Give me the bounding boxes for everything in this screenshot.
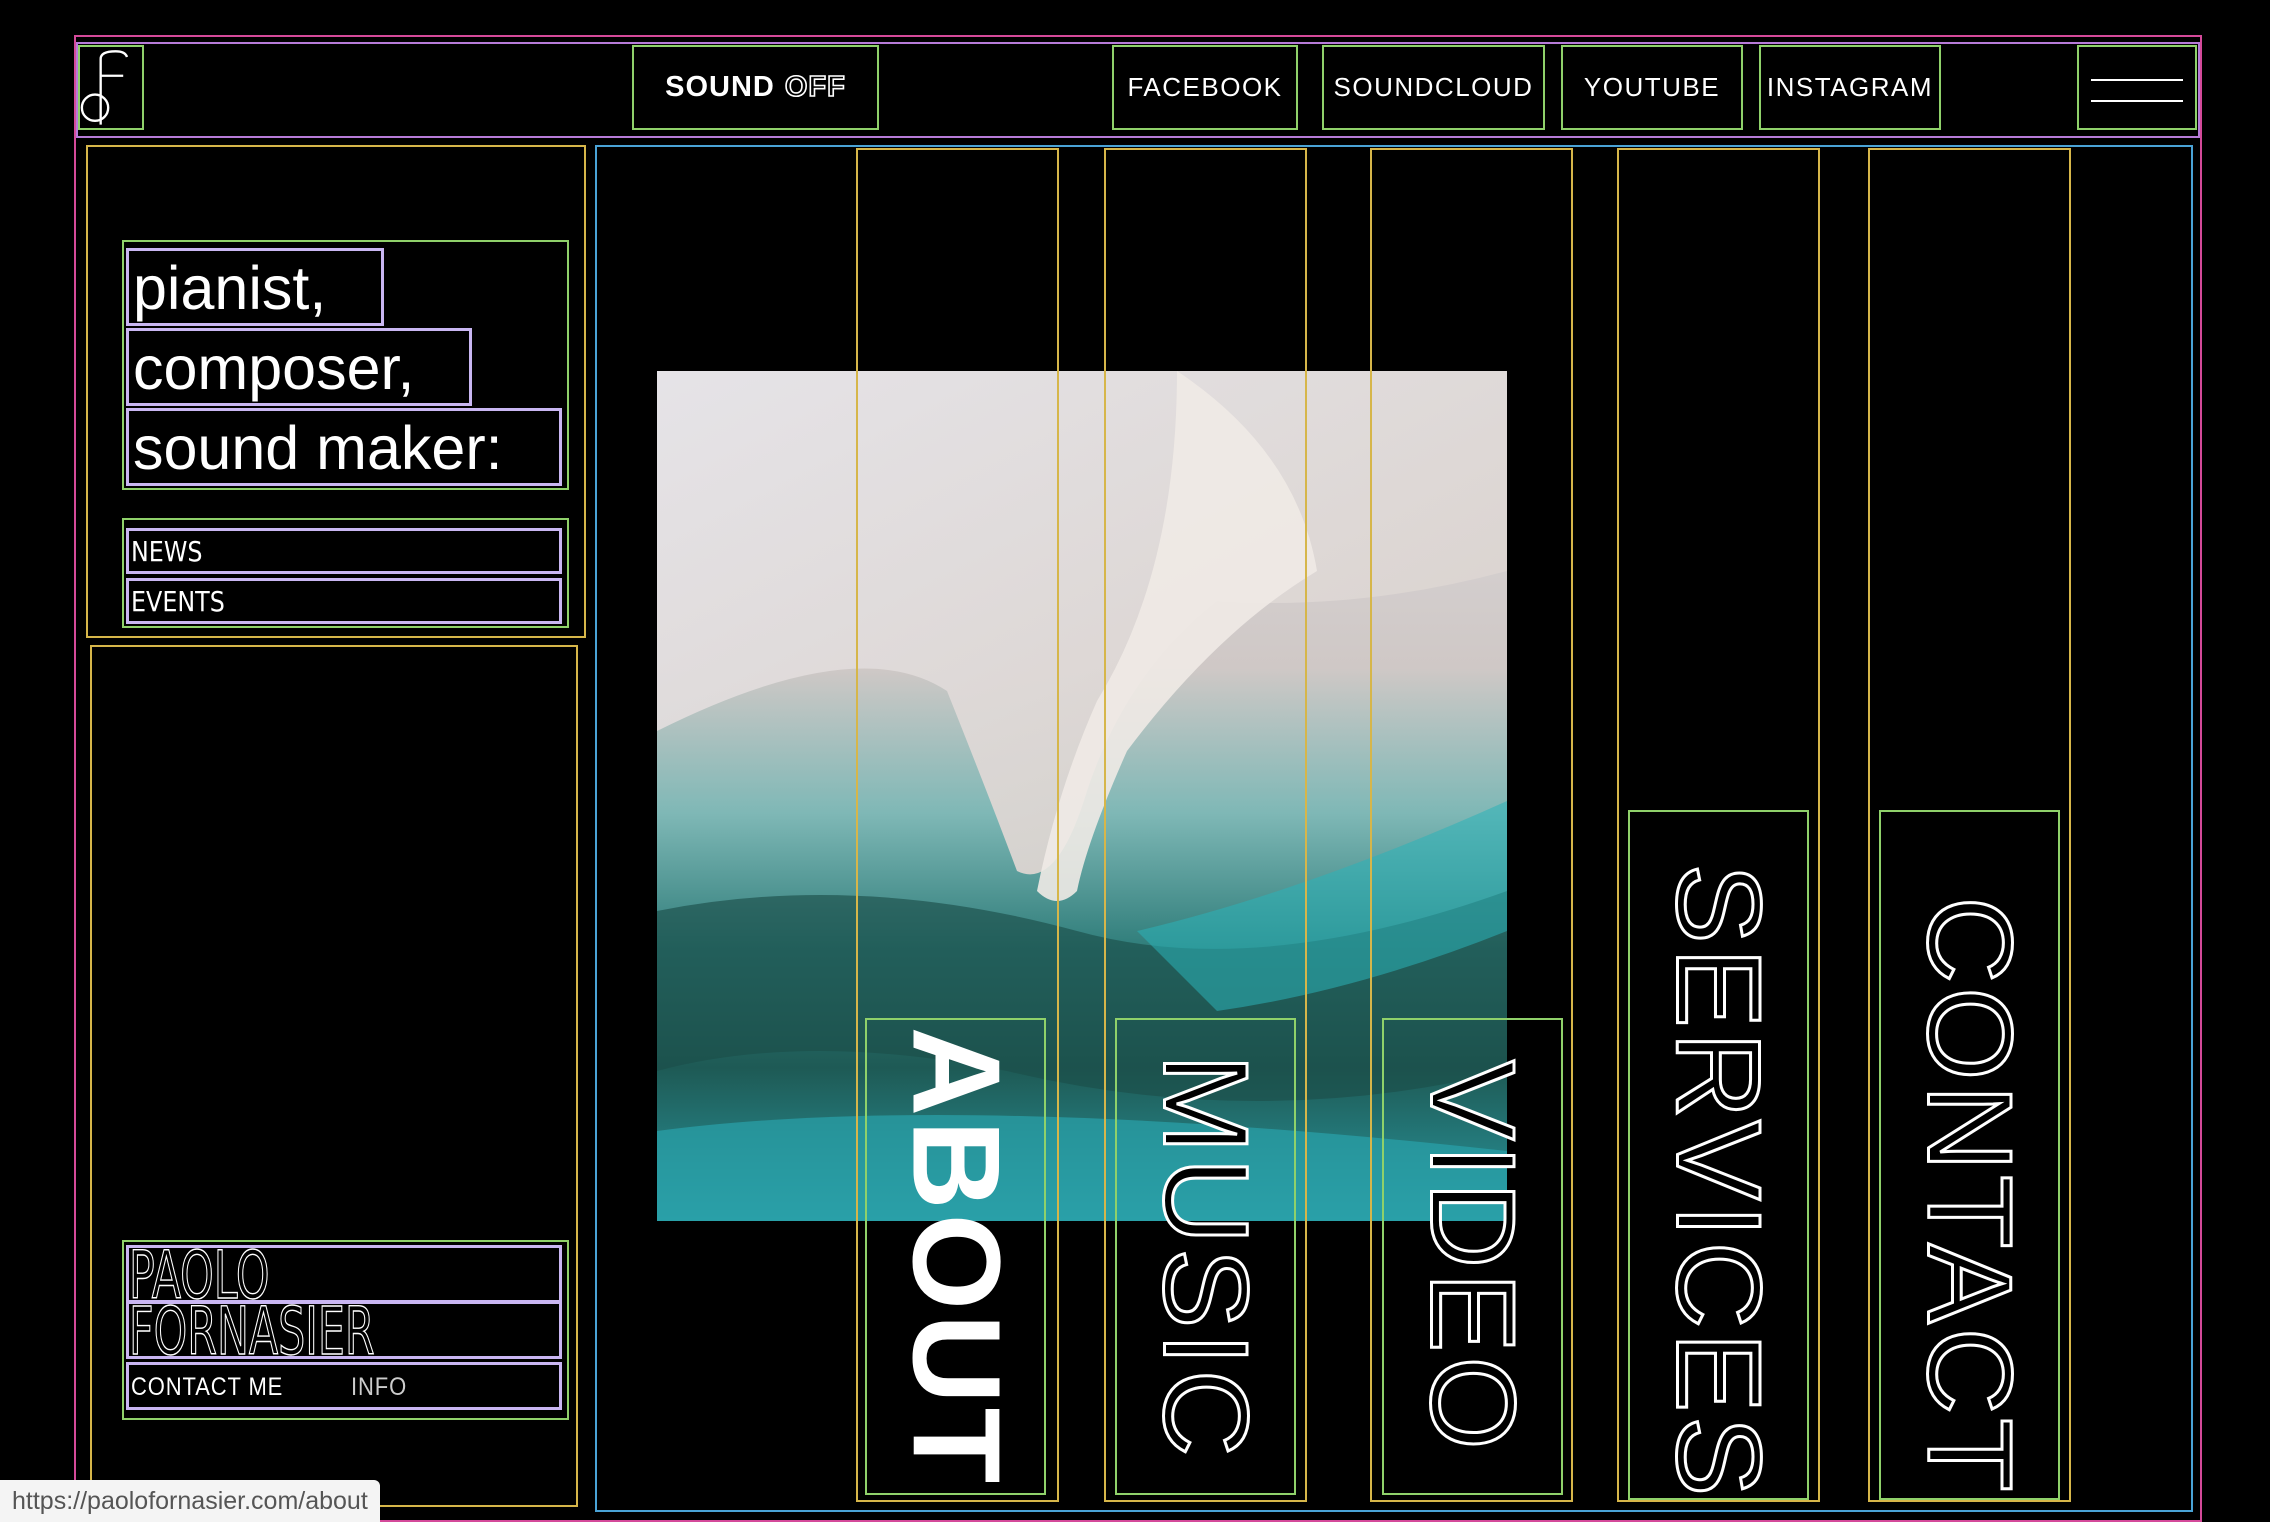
tagline-line: pianist, [126, 248, 384, 326]
artist-first-name: PAOLO [126, 1245, 562, 1303]
status-bar-url: https://paolofornasier.com/about [0, 1480, 380, 1522]
nav-services-label: SERVICES [1650, 863, 1787, 1500]
artist-last-name: FORNASIER [126, 1301, 562, 1359]
info-link[interactable]: INFO [351, 1365, 407, 1409]
nav-contact-label: CONTACT [1901, 895, 2038, 1497]
nav-about-label: ABOUT [886, 1026, 1025, 1487]
hamburger-menu-icon[interactable] [2077, 45, 2197, 130]
facebook-link[interactable]: FACEBOOK [1112, 45, 1298, 130]
nav-about[interactable]: ABOUT [865, 1018, 1046, 1495]
nav-services[interactable]: SERVICES [1628, 810, 1809, 1500]
logo-icon[interactable] [78, 45, 144, 130]
tagline-line: composer, [126, 328, 472, 406]
nav-music[interactable]: MUSIC [1115, 1018, 1296, 1495]
contact-me-link[interactable]: CONTACT ME [131, 1365, 283, 1409]
brand-logo[interactable]: SOUND OFF [632, 45, 879, 130]
soundcloud-link[interactable]: SOUNDCLOUD [1322, 45, 1545, 130]
contact-row: CONTACT ME INFO [126, 1362, 562, 1410]
youtube-link[interactable]: YOUTUBE [1561, 45, 1743, 130]
brand-off: OFF [784, 70, 846, 104]
nav-music-label: MUSIC [1137, 1052, 1274, 1462]
nav-video-label: VIDEO [1404, 1058, 1541, 1454]
nav-item-events[interactable]: EVENTS [126, 578, 562, 624]
tagline-line: sound maker: [126, 408, 562, 486]
nav-contact[interactable]: CONTACT [1879, 810, 2060, 1500]
nav-item-news[interactable]: NEWS [126, 528, 562, 574]
nav-video[interactable]: VIDEO [1382, 1018, 1563, 1495]
brand-main: SOUND [665, 71, 775, 103]
instagram-link[interactable]: INSTAGRAM [1759, 45, 1941, 130]
